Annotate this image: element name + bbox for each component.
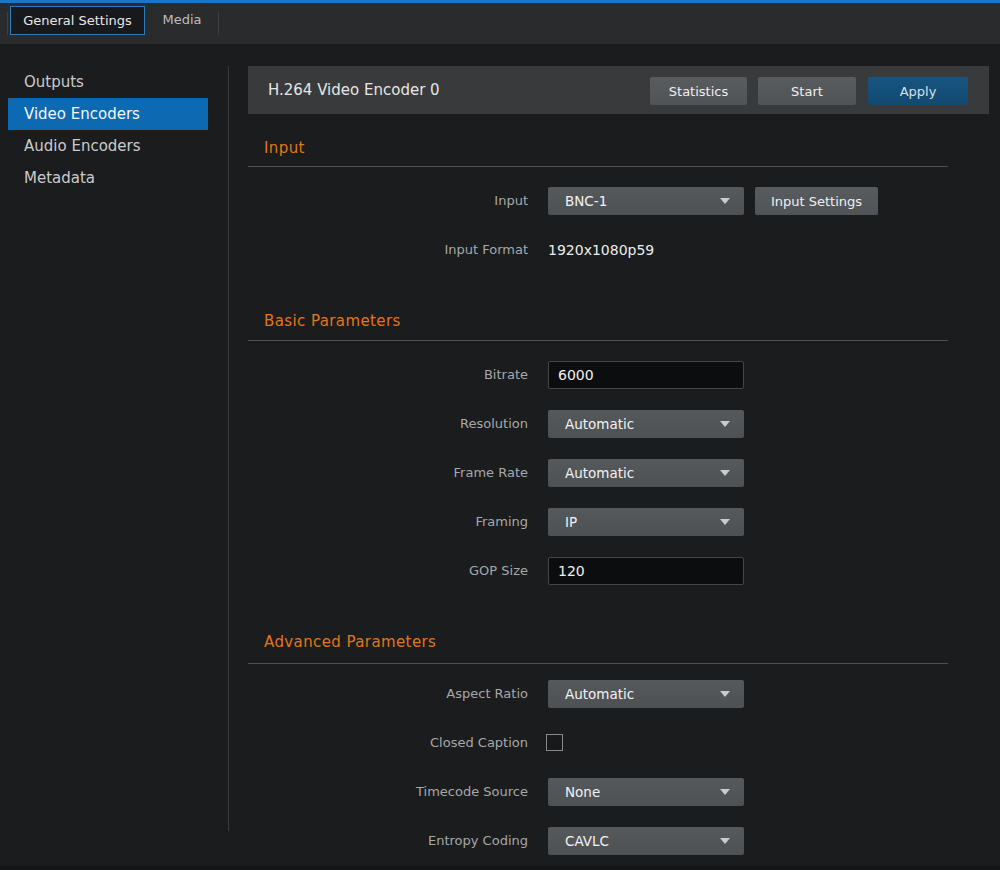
statistics-button[interactable]: Statistics (650, 77, 747, 105)
framing-select[interactable]: IP (548, 508, 744, 536)
section-heading-input: Input (264, 140, 305, 157)
page-title: H.264 Video Encoder 0 (268, 66, 440, 114)
tab-separator (7, 12, 8, 35)
aspect-ratio-select-value: Automatic (565, 680, 634, 708)
closed-caption-label: Closed Caption (248, 729, 528, 757)
input-label: Input (248, 187, 528, 215)
timecode-source-select-value: None (565, 778, 600, 806)
closed-caption-checkbox[interactable] (546, 734, 563, 751)
frame-rate-label: Frame Rate (248, 459, 528, 487)
entropy-coding-select-value: CAVLC (565, 827, 609, 855)
input-select[interactable]: BNC-1 (548, 187, 744, 215)
sidebar: Outputs Video Encoders Audio Encoders Me… (0, 66, 228, 194)
tab-media[interactable]: Media (146, 6, 218, 35)
input-settings-button[interactable]: Input Settings (755, 187, 878, 215)
chevron-down-icon (720, 519, 730, 525)
chevron-down-icon (720, 421, 730, 427)
framing-label: Framing (248, 508, 528, 536)
timecode-source-label: Timecode Source (248, 778, 528, 806)
entropy-coding-label: Entropy Coding (248, 827, 528, 855)
resolution-label: Resolution (248, 410, 528, 438)
resolution-select-value: Automatic (565, 410, 634, 438)
bitrate-input[interactable] (548, 361, 744, 389)
input-select-value: BNC-1 (565, 187, 607, 215)
chevron-down-icon (720, 198, 730, 204)
framing-select-value: IP (565, 508, 577, 536)
chevron-down-icon (720, 838, 730, 844)
frame-rate-select-value: Automatic (565, 459, 634, 487)
tab-bar: General Settings Media (0, 3, 1000, 44)
start-button[interactable]: Start (758, 77, 856, 105)
gop-size-label: GOP Size (248, 557, 528, 585)
input-format-value: 1920x1080p59 (548, 236, 654, 264)
section-heading-advanced-parameters: Advanced Parameters (264, 634, 436, 651)
sidebar-item-video-encoders[interactable]: Video Encoders (8, 98, 208, 130)
chevron-down-icon (720, 691, 730, 697)
gop-size-input[interactable] (548, 557, 744, 585)
sidebar-item-outputs[interactable]: Outputs (0, 66, 228, 98)
section-heading-basic-parameters: Basic Parameters (264, 313, 401, 330)
chevron-down-icon (720, 470, 730, 476)
aspect-ratio-label: Aspect Ratio (248, 680, 528, 708)
sidebar-divider (228, 66, 229, 831)
apply-button[interactable]: Apply (868, 77, 968, 105)
section-divider (248, 340, 948, 341)
entropy-coding-select[interactable]: CAVLC (548, 827, 744, 855)
input-format-label: Input Format (248, 236, 528, 264)
tab-separator (218, 12, 219, 35)
section-divider (248, 166, 948, 167)
encoder-header-bar: H.264 Video Encoder 0 Statistics Start A… (248, 66, 989, 114)
bitrate-label: Bitrate (248, 361, 528, 389)
section-divider (248, 663, 948, 664)
sidebar-item-audio-encoders[interactable]: Audio Encoders (0, 130, 228, 162)
chevron-down-icon (720, 789, 730, 795)
timecode-source-select[interactable]: None (548, 778, 744, 806)
resolution-select[interactable]: Automatic (548, 410, 744, 438)
sidebar-item-metadata[interactable]: Metadata (0, 162, 228, 194)
bottom-edge (0, 866, 1000, 870)
aspect-ratio-select[interactable]: Automatic (548, 680, 744, 708)
frame-rate-select[interactable]: Automatic (548, 459, 744, 487)
tab-general-settings[interactable]: General Settings (10, 6, 145, 35)
